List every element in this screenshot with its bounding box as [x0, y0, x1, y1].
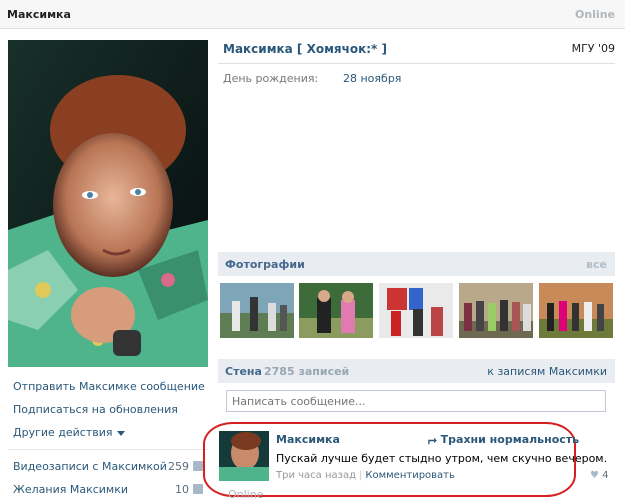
video-icon: [193, 461, 203, 471]
profile-photo[interactable]: [8, 40, 208, 367]
top-bar: Максимка Online: [0, 0, 625, 29]
wishes-label: Желания Максимки: [13, 483, 129, 496]
heart-icon: ♥: [590, 470, 599, 481]
online-status: Online: [574, 8, 615, 21]
post-share-label: Трахни нормальность: [440, 433, 580, 446]
send-message-link[interactable]: Отправить Максимке сообщение: [13, 380, 205, 393]
post-text: Пускай лучше будет стыдно утром, чем ску…: [276, 452, 608, 465]
footer-status: Online: [228, 488, 264, 501]
subscribe-link[interactable]: Подписаться на обновления: [13, 403, 178, 416]
like-button[interactable]: ♥ 4: [590, 470, 609, 481]
more-actions-link[interactable]: Другие действия: [13, 426, 125, 439]
post-time[interactable]: Три часа назад: [276, 470, 356, 481]
wall-input[interactable]: [226, 390, 606, 412]
wishes-row[interactable]: Желания Максимки 10: [13, 483, 203, 496]
videos-label: Видеозаписи с Максимкой: [13, 460, 167, 473]
more-actions-label: Другие действия: [13, 426, 113, 439]
to-posts-link[interactable]: к записям Максимки: [487, 365, 607, 378]
wishes-count: 10: [175, 483, 189, 496]
birthday-label: День рождения:: [223, 72, 319, 85]
post-author-link[interactable]: Максимка: [276, 433, 340, 446]
photo-thumbnail[interactable]: [459, 283, 533, 338]
wall-header: Стена 2785 записей к записям Максимки: [218, 359, 615, 383]
birthday-value[interactable]: 28 ноября: [343, 72, 401, 85]
share-icon: ⮣: [428, 433, 441, 446]
photos-header[interactable]: Фотографии все: [218, 252, 615, 276]
photo-thumbnail[interactable]: [539, 283, 613, 338]
post-avatar[interactable]: [219, 431, 269, 481]
wall-count: 2785 записей: [264, 365, 350, 378]
post-share-link[interactable]: ⮣ Трахни нормальность: [428, 433, 579, 447]
header-name: Максимка: [7, 8, 71, 21]
photo-thumbnail[interactable]: [299, 283, 373, 338]
separator: |: [359, 470, 363, 481]
photos-title: Фотографии: [225, 258, 305, 271]
like-count: 4: [602, 470, 609, 481]
divider: [218, 63, 615, 64]
photos-all-link[interactable]: все: [586, 258, 607, 271]
comment-link[interactable]: Комментировать: [365, 470, 455, 481]
gift-icon: [193, 484, 203, 494]
chevron-down-icon: [116, 430, 125, 436]
wall-title: Стена: [225, 365, 262, 378]
page-title: Максимка [ Хомячок:* ]: [223, 42, 387, 56]
videos-count: 259: [168, 460, 189, 473]
photo-thumbnail[interactable]: [220, 283, 294, 338]
university-link[interactable]: МГУ '09: [572, 42, 615, 55]
divider: [8, 449, 208, 450]
videos-row[interactable]: Видеозаписи с Максимкой 259: [13, 460, 203, 473]
post-meta: Три часа назад | Комментировать: [276, 470, 455, 481]
photo-thumbnail[interactable]: [379, 283, 453, 338]
